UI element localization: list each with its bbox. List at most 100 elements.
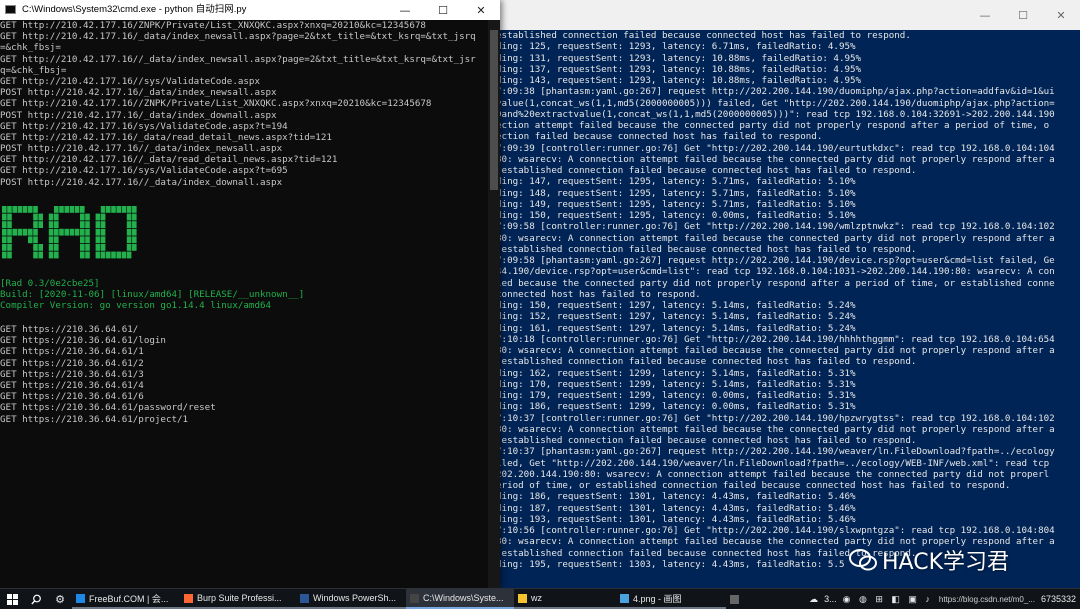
logo-block [7, 251, 12, 259]
logo-block [85, 251, 90, 259]
logo-block [48, 251, 54, 259]
app-icon [730, 594, 739, 604]
logo-block [126, 244, 132, 251]
taskbar-app-button[interactable]: C:\Windows\Syste... [406, 589, 514, 609]
console-line: GET https://210.36.64.61/ [0, 324, 139, 335]
weather-cloud-icon[interactable]: ☁ [809, 594, 818, 605]
windows-start-icon[interactable] [0, 589, 24, 609]
console-line: POST http://210.42.177.16//_data/index_n… [0, 143, 283, 155]
minimize-button[interactable]: — [386, 0, 424, 20]
console-line: POST http://210.42.177.16/_data/index_do… [0, 109, 277, 121]
console-line: ding: 179, requestSent: 1299, latency: 0… [496, 390, 856, 401]
console-line: ding: 148, requestSent: 1295, latency: 5… [496, 187, 856, 199]
logo-block [28, 236, 33, 244]
search-icon[interactable] [24, 589, 48, 609]
logo-block [38, 251, 43, 259]
logo-block [85, 228, 90, 236]
logo-block [85, 236, 90, 244]
powershell-window[interactable]: — ☐ ✕ established connection failed beca… [496, 0, 1080, 588]
taskbar-app-button[interactable]: Windows PowerSh... [296, 589, 406, 609]
logo-block [48, 213, 54, 221]
console-line: Build: [2020-11-06] [linux/amd64] [RELEA… [0, 289, 305, 301]
taskbar-apps: FreeBuf.COM | 会... Burp Suite Professi...… [72, 589, 756, 609]
console-line: GET http://210.42.177.16/sys/ValidateCod… [0, 120, 288, 132]
console-line: GET https://210.36.64.61/project/1 [0, 413, 189, 425]
taskbar-app-button[interactable]: FreeBuf.COM | 会... [72, 589, 180, 609]
logo-block [95, 228, 101, 236]
console-line: established connection failed because co… [496, 165, 917, 176]
taskbar-app-button[interactable]: 4.png - 画图 [616, 589, 726, 609]
console-line: POST http://210.42.177.16/_data/index_ne… [0, 87, 277, 99]
console-line: GET https://210.36.64.61/6 [0, 391, 144, 403]
console-line: ding: 186, requestSent: 1301, latency: 4… [496, 491, 856, 503]
cmd-window[interactable]: C:\Windows\System32\cmd.exe - python 自动扫… [0, 0, 500, 588]
cmd-window-controls: — ☐ ✕ [386, 0, 500, 20]
cmd-scrollbar[interactable] [488, 20, 500, 588]
logo-block [48, 228, 54, 236]
logo-block [95, 221, 101, 228]
console-line: ding: 170, requestSent: 1299, latency: 5… [496, 378, 856, 390]
cmd-crawl-log: GET https://210.36.64.61/GET https://210… [0, 324, 216, 425]
logo-block [80, 251, 85, 259]
logo-block [59, 206, 64, 213]
logo-block [132, 206, 137, 213]
app-icon [300, 593, 309, 603]
taskbar-app-button[interactable] [726, 589, 756, 609]
taskbar-app-label: 4.png - 画图 [633, 593, 682, 604]
settings-gear-icon[interactable]: ⚙ [48, 589, 72, 609]
system-tray: ☁ 3... ◉ ◍ ⊞ ◧ ▣ ♪ https://blog.csdn.net… [809, 589, 1080, 609]
logo-block [85, 213, 90, 221]
console-line: GET https://210.36.64.61/4 [0, 379, 144, 391]
maximize-button[interactable]: ☐ [424, 0, 462, 20]
taskbar-app-button[interactable]: wz [514, 589, 616, 609]
console-line: established connection failed because co… [496, 30, 911, 41]
tray-icons[interactable]: ◉ ◍ ⊞ ◧ ▣ ♪ [843, 594, 933, 605]
tray-url-fragment: https://blog.csdn.net/m0_... [938, 594, 1035, 604]
cmd-console[interactable]: GET http://210.42.177.16/ZNPK/Private/Li… [0, 20, 488, 588]
console-line: 7:10:37 [controller:runner.go:76] Get "h… [496, 412, 1055, 424]
logo-block [7, 221, 12, 228]
logo-block [126, 221, 132, 228]
console-line: ding: 125, requestSent: 1293, latency: 6… [496, 41, 856, 53]
console-line: 7:09:38 [phantasm:yaml.go:267] request h… [496, 86, 1055, 98]
logo-block [74, 228, 80, 236]
logo-block [38, 213, 43, 221]
logo-block [95, 213, 101, 221]
rad-version-info: [Rad 0.3/0e2cbe25] Build: [2020-11-06] [l… [0, 278, 304, 312]
minimize-button[interactable]: — [966, 0, 1004, 30]
console-line: q=&chk_fbsj= [0, 64, 67, 76]
console-line: Compiler Version: go version go1.14.4 li… [0, 300, 272, 312]
logo-block [48, 221, 54, 228]
console-line: 7:10:18 [controller:runner.go:76] Get "h… [496, 333, 1055, 345]
logo-block [22, 206, 28, 213]
clock[interactable]: 6735332 [1041, 594, 1076, 604]
logo-block [33, 213, 38, 221]
console-line: GET https://210.36.64.61/3 [0, 368, 144, 380]
logo-block [2, 236, 7, 244]
logo-block [7, 244, 12, 251]
close-button[interactable]: ✕ [1042, 0, 1080, 30]
console-line: GET http://210.42.177.16/_data/read_deta… [0, 131, 332, 143]
console-line: ding: 131, requestSent: 1293, latency: 1… [496, 52, 862, 64]
cmd-scrollbar-thumb[interactable] [490, 30, 498, 190]
taskbar-app-button[interactable]: Burp Suite Professi... [180, 589, 296, 609]
logo-block [54, 206, 59, 213]
logo-block [80, 228, 85, 236]
logo-block [95, 251, 101, 259]
logo-block [28, 228, 33, 236]
powershell-titlebar[interactable]: — ☐ ✕ [496, 0, 1080, 30]
powershell-console[interactable]: established connection failed because co… [496, 30, 1080, 588]
logo-block [95, 244, 101, 251]
console-line: GET https://210.36.64.61/password/reset [0, 402, 216, 414]
taskbar-app-label: C:\Windows\Syste... [423, 593, 504, 603]
logo-block [69, 206, 75, 213]
weather-text[interactable]: 3... [824, 594, 837, 604]
app-icon [410, 593, 419, 603]
console-line: ding: 137, requestSent: 1293, latency: 1… [496, 63, 862, 75]
console-line: =&chk_fbsj= [0, 42, 61, 54]
maximize-button[interactable]: ☐ [1004, 0, 1042, 30]
close-button[interactable]: ✕ [462, 0, 500, 20]
cmd-titlebar[interactable]: C:\Windows\System32\cmd.exe - python 自动扫… [0, 0, 500, 21]
logo-block [106, 251, 111, 259]
logo-block [100, 213, 106, 221]
